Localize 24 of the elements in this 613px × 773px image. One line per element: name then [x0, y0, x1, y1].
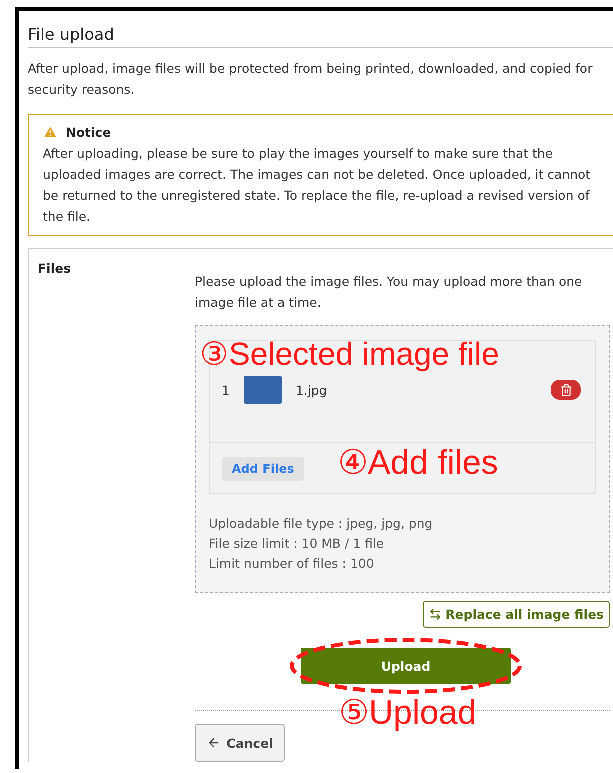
annotation-label: ⑤Upload [339, 696, 477, 730]
cancel-button[interactable]: Cancel [195, 724, 285, 762]
drop-zone[interactable]: ③Selected image file 1 1.jpg Add Files ④Add files Uploadable file type : jpeg, jpg, png File size limit : 10 MB / 1 file Limit number of files : 100 [195, 325, 610, 593]
file-name: 1.jpg [296, 382, 328, 398]
limit-text: Limit number of files : 100 [209, 555, 376, 573]
page-title: File upload [28, 25, 613, 48]
annotation-label: ③Selected image file [200, 338, 500, 370]
notice-text: After uploading, please be sure to play the images yourself to make sure that the uploaded images are correct. The images can not be deleted. Once uploaded, it cannot be returned to the unregistered state. To replace the file, re-upload a revised version of the file. [43, 145, 592, 226]
replace-button[interactable]: Replace all image files [422, 601, 610, 628]
add-files-button[interactable]: Add Files [222, 457, 304, 481]
limit-text: Uploadable file type : jpeg, jpg, png [209, 515, 434, 533]
annotation-label: ④Add files [338, 446, 498, 480]
limit-text: File size limit : 10 MB / 1 file [209, 535, 386, 553]
instructions-text: Please upload the image files. You may upload more than one image file at a time. [195, 273, 584, 312]
upload-button[interactable]: Upload [301, 648, 511, 684]
file-index: 1 [222, 382, 230, 398]
image-thumbnail [244, 376, 282, 404]
notice-title: Notice [66, 125, 112, 140]
files-label: Files [38, 261, 72, 278]
delete-button[interactable] [551, 380, 581, 400]
swap-icon [428, 608, 442, 621]
warning-icon [43, 125, 58, 140]
trash-icon [560, 384, 572, 396]
intro-text: After upload, image files will be protected from being printed, downloaded, and copied for security reasons. [28, 60, 594, 99]
